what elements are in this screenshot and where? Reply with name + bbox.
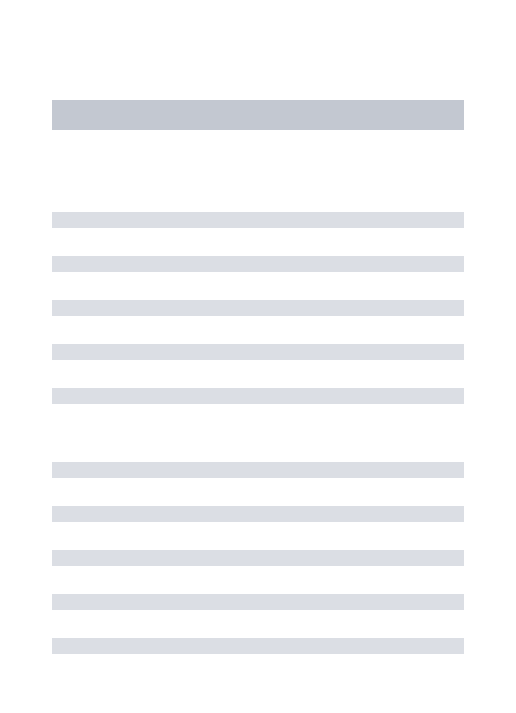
skeleton-line bbox=[52, 300, 464, 316]
skeleton-line bbox=[52, 256, 464, 272]
skeleton-line bbox=[52, 212, 464, 228]
skeleton-line bbox=[52, 344, 464, 360]
section-gap bbox=[52, 432, 464, 462]
skeleton-line bbox=[52, 594, 464, 610]
skeleton-line bbox=[52, 506, 464, 522]
skeleton-line bbox=[52, 550, 464, 566]
header-bar bbox=[52, 100, 464, 130]
skeleton-line bbox=[52, 638, 464, 654]
skeleton-line bbox=[52, 388, 464, 404]
skeleton-line bbox=[52, 462, 464, 478]
